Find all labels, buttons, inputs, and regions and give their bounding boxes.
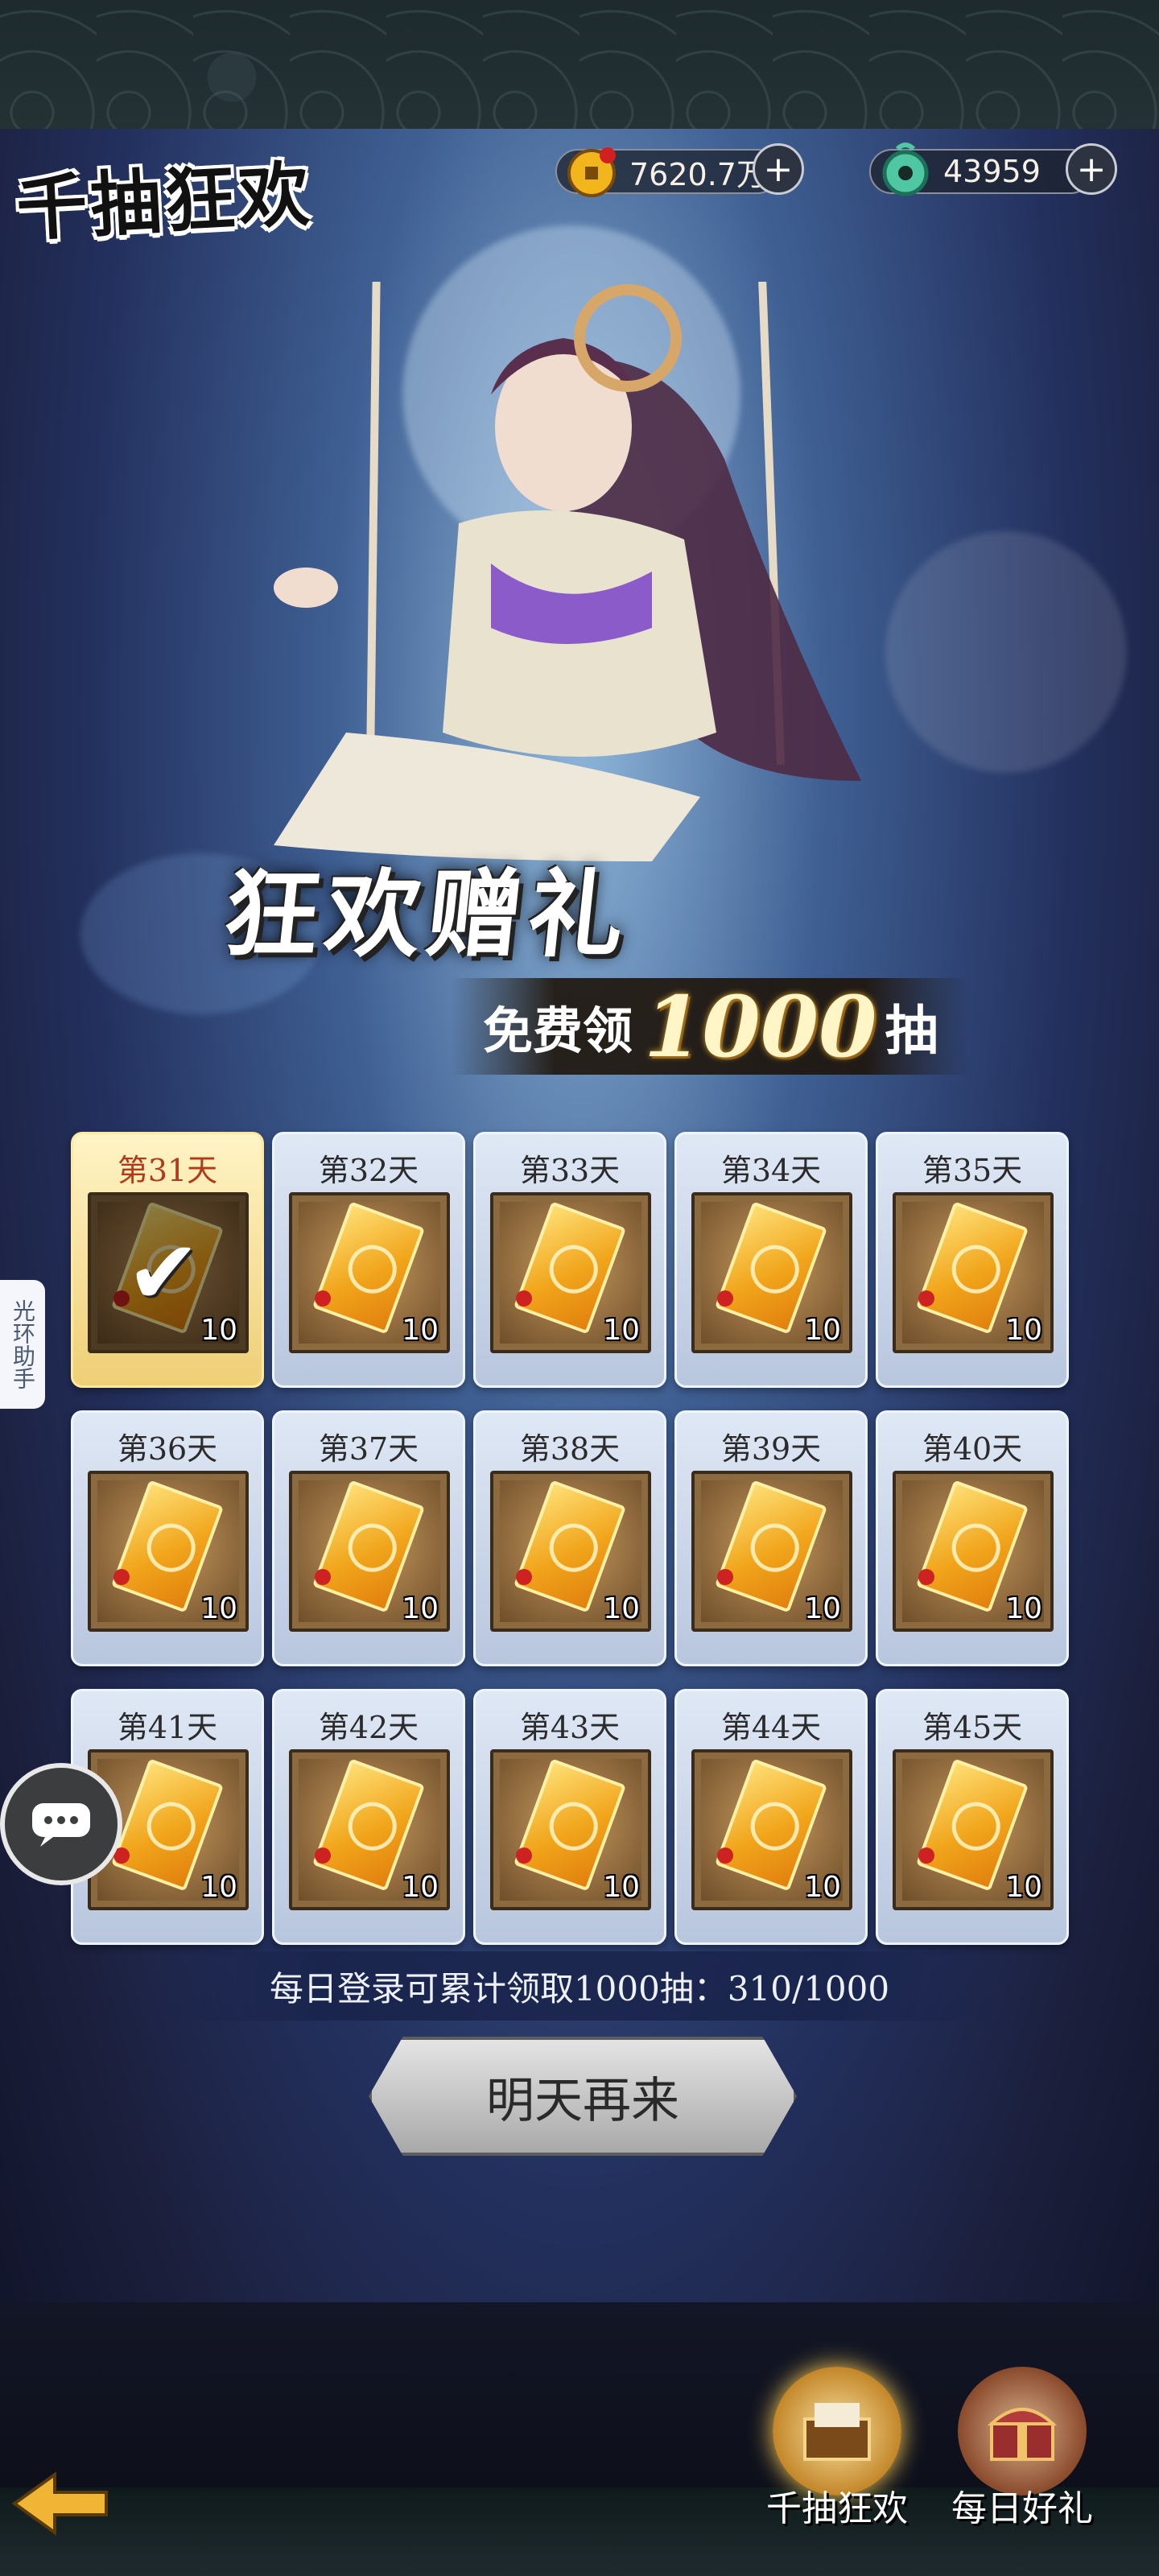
- tab-daily-gifts[interactable]: 每日好礼: [950, 2367, 1095, 2531]
- reward-day-label: 第34天: [720, 1153, 822, 1188]
- reward-day-label: 第32天: [318, 1153, 419, 1188]
- reward-day-label: 第33天: [519, 1153, 621, 1188]
- reward-day-label: 第39天: [720, 1431, 822, 1467]
- reward-day-label: 第40天: [922, 1431, 1023, 1467]
- gift-chest-icon: [958, 2367, 1087, 2496]
- reward-card[interactable]: 第45天 10: [876, 1689, 1069, 1945]
- reward-item-frame: 10: [893, 1192, 1054, 1353]
- reward-item-frame: 10: [289, 1192, 450, 1353]
- reward-item-frame: 10: [691, 1471, 852, 1632]
- add-jade-button[interactable]: +: [1066, 143, 1117, 195]
- reward-quantity: 10: [804, 1592, 841, 1625]
- coin-icon: [555, 137, 628, 206]
- assistant-side-tab[interactable]: 光环助手: [0, 1280, 45, 1409]
- banner-prefix: 免费领: [483, 1001, 633, 1060]
- reward-card[interactable]: 第44天 10: [674, 1689, 868, 1945]
- reward-item-frame: 10: [691, 1192, 852, 1353]
- reward-item-frame: ✔ 10: [88, 1192, 249, 1353]
- reward-quantity: 10: [200, 1314, 237, 1347]
- treasure-scroll-icon: [773, 2367, 901, 2496]
- reward-item-frame: 10: [893, 1471, 1054, 1632]
- reward-card[interactable]: 第38天 10: [473, 1410, 666, 1666]
- reward-day-label: 第38天: [519, 1431, 621, 1467]
- checkmark-icon: ✔: [126, 1221, 201, 1324]
- reward-card[interactable]: 第31天 ✔ 10: [71, 1132, 264, 1388]
- event-banner-subtitle: 免费领 1000 抽: [451, 976, 971, 1076]
- reward-item-frame: 10: [893, 1749, 1054, 1910]
- reward-card[interactable]: 第34天 10: [674, 1132, 868, 1388]
- reward-card[interactable]: 第39天 10: [674, 1410, 868, 1666]
- reward-quantity: 10: [1005, 1592, 1042, 1625]
- reward-quantity: 10: [402, 1592, 439, 1625]
- reward-quantity: 10: [603, 1314, 640, 1347]
- page-title: 千抽狂欢: [14, 151, 315, 251]
- reward-card[interactable]: 第36天 10: [71, 1410, 264, 1666]
- coin-amount: 7620.7万: [629, 156, 767, 192]
- reward-card[interactable]: 第37天 10: [272, 1410, 465, 1666]
- reward-quantity: 10: [200, 1592, 237, 1625]
- reward-quantity: 10: [603, 1592, 640, 1625]
- reward-quantity: 10: [402, 1871, 439, 1904]
- reward-item-frame: 10: [88, 1471, 249, 1632]
- reward-item-frame: 10: [490, 1192, 651, 1353]
- reward-quantity: 10: [200, 1871, 237, 1904]
- jade-icon: [869, 137, 942, 206]
- reward-card[interactable]: 第35天 10: [876, 1132, 1069, 1388]
- reward-card[interactable]: 第32天 10: [272, 1132, 465, 1388]
- reward-card[interactable]: 第42天 10: [272, 1689, 465, 1945]
- reward-day-label: 第41天: [117, 1710, 218, 1745]
- reward-card[interactable]: 第33天 10: [473, 1132, 666, 1388]
- reward-card[interactable]: 第40天 10: [876, 1410, 1069, 1666]
- reward-quantity: 10: [603, 1871, 640, 1904]
- reward-card[interactable]: 第43天 10: [473, 1689, 666, 1945]
- reward-day-label: 第37天: [318, 1431, 419, 1467]
- add-coins-button[interactable]: +: [752, 143, 804, 195]
- reward-quantity: 10: [402, 1314, 439, 1347]
- reward-item-frame: 10: [490, 1749, 651, 1910]
- reward-day-label: 第45天: [922, 1710, 1023, 1745]
- coin-counter: 7620.7万 +: [555, 143, 804, 197]
- reward-day-label: 第31天: [117, 1153, 218, 1188]
- top-band: [0, 0, 1159, 129]
- banner-suffix: 抽: [885, 999, 938, 1062]
- reward-day-label: 第43天: [519, 1710, 621, 1745]
- tab-thousand-draws[interactable]: 千抽狂欢: [765, 2367, 909, 2531]
- chat-icon[interactable]: [0, 1763, 122, 1885]
- jade-amount: 43959: [943, 154, 1041, 189]
- event-banner-title: 狂欢赠礼: [218, 858, 637, 970]
- reward-item-frame: 10: [289, 1471, 450, 1632]
- reward-item-frame: 10: [490, 1471, 651, 1632]
- login-progress-text: 每日登录可累计领取1000抽：310/1000: [145, 1951, 1014, 2021]
- reward-day-label: 第36天: [117, 1431, 218, 1467]
- reward-quantity: 10: [804, 1871, 841, 1904]
- reward-quantity: 10: [1005, 1314, 1042, 1347]
- banner-number: 1000: [644, 976, 877, 1076]
- tab-label: 千抽狂欢: [766, 2488, 908, 2529]
- reward-quantity: 10: [1005, 1871, 1042, 1904]
- come-back-tomorrow-button[interactable]: 明天再来: [369, 2037, 797, 2156]
- tab-label: 每日好礼: [951, 2488, 1093, 2529]
- reward-item-frame: 10: [691, 1749, 852, 1910]
- reward-quantity: 10: [804, 1314, 841, 1347]
- jade-counter: 43959 +: [869, 142, 1117, 196]
- reward-day-label: 第42天: [318, 1710, 419, 1745]
- back-arrow-icon[interactable]: [6, 2463, 119, 2552]
- reward-day-label: 第35天: [922, 1153, 1023, 1188]
- reward-item-frame: 10: [289, 1749, 450, 1910]
- reward-day-label: 第44天: [720, 1710, 822, 1745]
